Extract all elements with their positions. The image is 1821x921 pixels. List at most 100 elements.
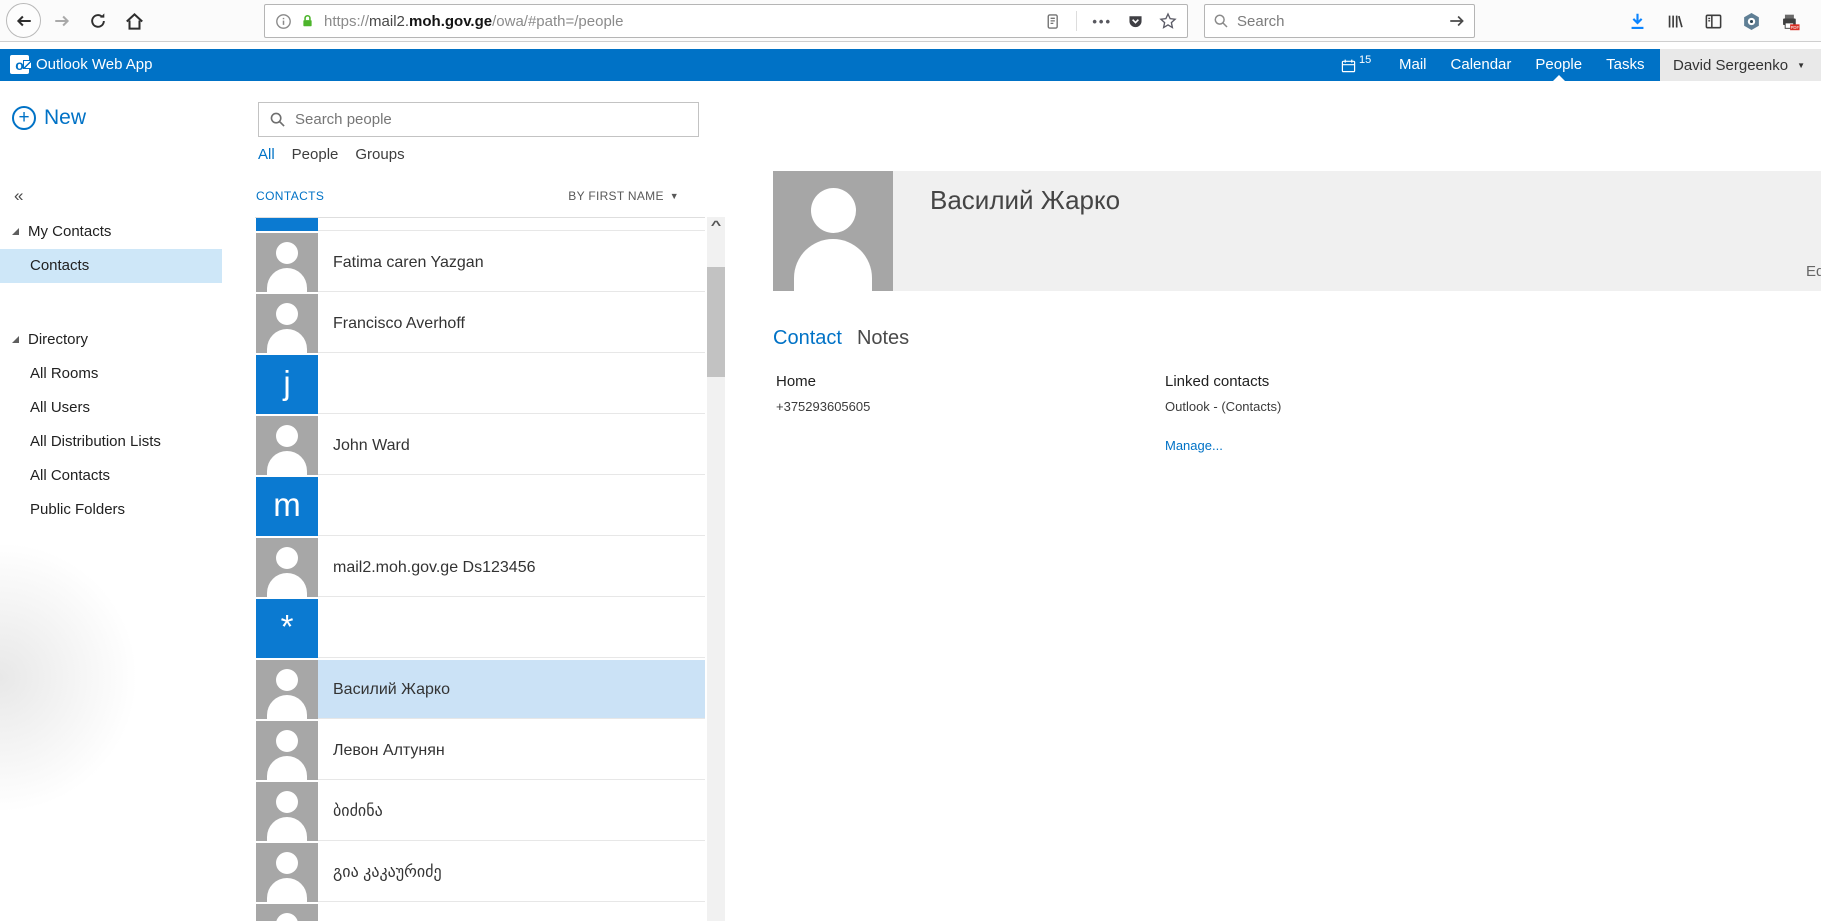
contact-row[interactable]: Левон Алтунян — [255, 721, 705, 782]
selected-tab-notch-icon — [1553, 75, 1565, 81]
contact-name: Fatima caren Yazgan — [318, 233, 705, 292]
scroll-up-arrow[interactable]: ^ — [703, 217, 730, 235]
app-title: Outlook Web App — [36, 49, 152, 81]
browser-forward-button[interactable] — [50, 9, 74, 33]
browser-search-bar[interactable] — [1204, 4, 1475, 38]
nav-calendar[interactable]: Calendar — [1451, 49, 1512, 81]
letter-tile-row[interactable]: j — [255, 355, 705, 416]
avatar — [256, 294, 318, 353]
tab-notes[interactable]: Notes — [857, 327, 909, 350]
url-bar[interactable]: https://mail2.moh.gov.ge/owa/#path=/peop… — [264, 4, 1188, 38]
library-icon[interactable] — [1666, 12, 1685, 31]
page-actions-icon[interactable]: ••• — [1092, 14, 1112, 29]
list-scrollbar[interactable]: ^ — [707, 217, 725, 921]
contact-row[interactable]: გია კაკაურიძე — [255, 843, 705, 904]
filter-people[interactable]: People — [292, 146, 339, 163]
new-contact-button[interactable]: + New — [12, 106, 86, 130]
contact-row[interactable]: John Ward — [255, 416, 705, 477]
letter-tile-row[interactable]: m — [255, 477, 705, 538]
nav-mail[interactable]: Mail — [1399, 49, 1427, 81]
https-lock-icon[interactable] — [300, 13, 315, 29]
contact-name: ბიძინა — [318, 782, 705, 841]
linked-contacts-value: Outlook - (Contacts) — [1165, 399, 1281, 414]
folder-all-rooms[interactable]: All Rooms — [0, 357, 222, 391]
letter-glyph: j — [283, 366, 290, 399]
user-menu[interactable]: David Sergeenko ▼ — [1660, 49, 1821, 81]
contact-row[interactable]: ბიძინა — [255, 782, 705, 843]
scrollbar-thumb[interactable] — [707, 267, 725, 377]
print-pdf-icon[interactable]: PDF — [1780, 12, 1800, 31]
new-button-label: New — [44, 106, 86, 130]
downloads-icon[interactable] — [1628, 12, 1647, 31]
contact-row[interactable]: mail2.moh.gov.ge Ds123456 — [255, 538, 705, 599]
folder-label: All Distribution Lists — [30, 433, 161, 450]
contact-name: mail2.moh.gov.ge Ds123456 — [318, 538, 705, 597]
linked-contacts-section: Linked contacts Outlook - (Contacts) Man… — [1165, 373, 1281, 453]
calendar-peek-button[interactable]: 15 — [1341, 49, 1371, 81]
nav-people[interactable]: People — [1535, 49, 1582, 81]
folder-all-users[interactable]: All Users — [0, 391, 222, 425]
svg-text:PDF: PDF — [1791, 24, 1800, 29]
extension-eye-icon[interactable] — [1742, 12, 1761, 31]
contact-row[interactable]: Francisco Averhoff — [255, 294, 705, 355]
arrow-right-icon — [53, 12, 71, 30]
linked-contacts-label: Linked contacts — [1165, 373, 1281, 390]
divider — [1076, 11, 1077, 31]
letter-tile-row[interactable] — [255, 218, 705, 233]
letter-tile-row[interactable]: * — [255, 599, 705, 660]
filter-groups[interactable]: Groups — [355, 146, 404, 163]
tab-contact[interactable]: Contact — [773, 327, 842, 350]
contact-name — [318, 355, 705, 414]
search-people-input[interactable] — [295, 111, 688, 128]
browser-back-button[interactable] — [6, 3, 41, 38]
browser-home-button[interactable] — [122, 9, 146, 33]
folder-label: My Contacts — [28, 223, 111, 240]
contact-row[interactable] — [255, 904, 705, 921]
bookmark-star-icon[interactable] — [1159, 12, 1177, 30]
browser-reload-button[interactable] — [86, 9, 110, 33]
filter-all[interactable]: All — [258, 146, 275, 163]
search-go-icon[interactable] — [1448, 12, 1466, 30]
search-people-box[interactable] — [258, 102, 699, 137]
plus-circle-icon: + — [12, 106, 36, 130]
contact-name: John Ward — [318, 416, 705, 475]
sidebars-icon[interactable] — [1704, 12, 1723, 31]
background-fade — [0, 545, 135, 810]
reader-mode-icon[interactable] — [1044, 13, 1061, 30]
search-input[interactable] — [1237, 13, 1448, 30]
folder-contacts[interactable]: Contacts — [0, 249, 222, 283]
site-info-icon[interactable] — [275, 13, 292, 30]
contact-row[interactable]: Василий Жарко — [255, 660, 705, 721]
owa-top-bar: o Outlook Web App 15 Mail Calendar People T… — [0, 49, 1660, 81]
contact-name — [318, 477, 705, 536]
folder-all-distribution-lists[interactable]: All Distribution Lists — [0, 425, 222, 459]
edit-contact-link[interactable]: Edit — [1806, 263, 1821, 280]
folder-label: All Contacts — [30, 467, 110, 484]
home-icon — [125, 12, 144, 31]
contact-name: გია კაკაურიძე — [318, 843, 705, 902]
arrow-left-icon — [15, 12, 33, 30]
avatar — [256, 538, 318, 597]
sort-by-dropdown[interactable]: BY FIRST NAME▼ — [568, 189, 679, 203]
folder-label: Contacts — [30, 257, 89, 274]
pocket-icon[interactable] — [1127, 13, 1144, 30]
folder-my-contacts[interactable]: My Contacts — [0, 215, 222, 249]
contact-row[interactable]: Fatima caren Yazgan — [255, 233, 705, 294]
manage-link[interactable]: Manage... — [1165, 438, 1281, 453]
folder-public-folders[interactable]: Public Folders — [0, 493, 222, 527]
folder-all-contacts[interactable]: All Contacts — [0, 459, 222, 493]
expander-icon[interactable] — [12, 336, 19, 343]
expander-icon[interactable] — [12, 228, 19, 235]
avatar — [256, 721, 318, 780]
search-icon — [269, 111, 286, 128]
letter-glyph: * — [281, 610, 294, 643]
contact-name: Francisco Averhoff — [318, 294, 705, 353]
collapse-pane-icon[interactable]: « — [14, 186, 23, 206]
outlook-logo-icon[interactable]: o — [10, 55, 29, 74]
avatar — [256, 904, 318, 921]
letter-tile — [256, 218, 318, 231]
folder-directory[interactable]: Directory — [0, 323, 222, 357]
avatar — [256, 660, 318, 719]
phone-section: Home +375293605605 — [776, 373, 870, 414]
nav-tasks[interactable]: Tasks — [1606, 49, 1644, 81]
